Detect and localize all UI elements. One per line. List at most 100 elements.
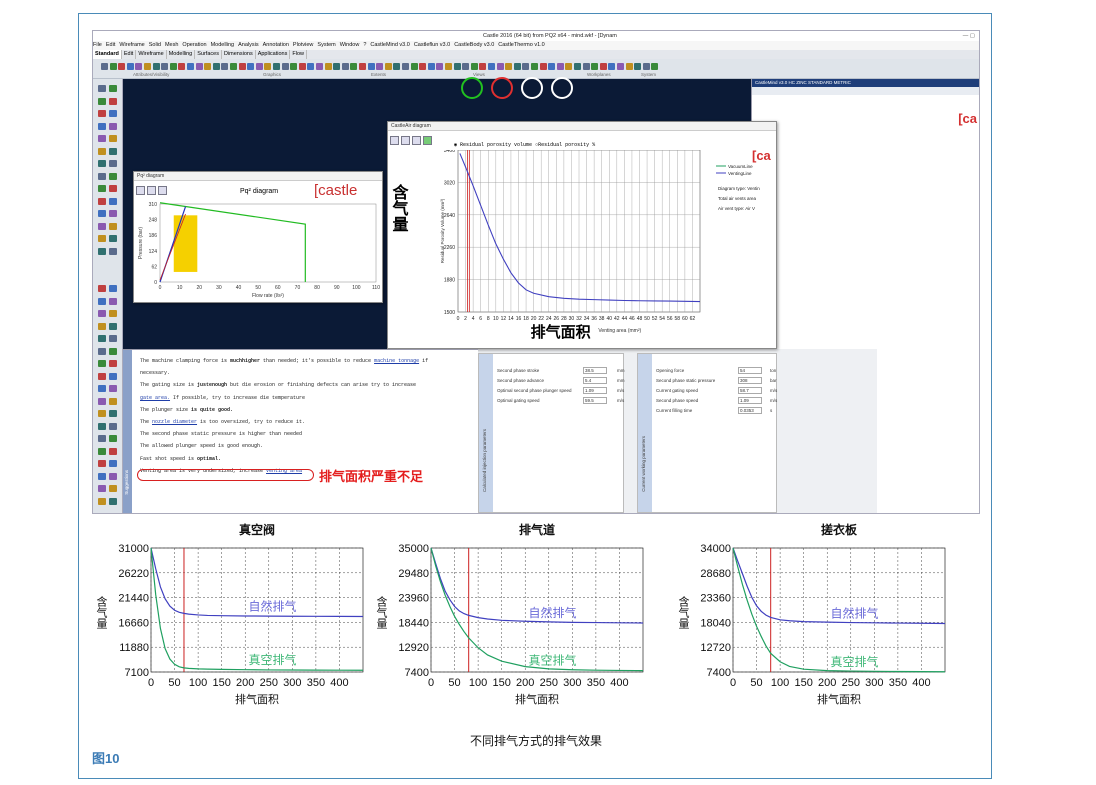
tool-icon[interactable] [109, 222, 117, 230]
toolbar-icon[interactable] [548, 63, 556, 70]
window-controls[interactable]: — ▢ [963, 31, 975, 41]
toolbar-icon[interactable] [419, 63, 427, 70]
tool-icon[interactable] [98, 97, 106, 105]
tool-icon[interactable] [109, 447, 117, 455]
toolbar-icon[interactable] [634, 63, 642, 70]
toolbar-icon[interactable] [367, 63, 375, 70]
toolbar-icon[interactable] [341, 63, 349, 70]
tool-icon[interactable] [98, 110, 106, 117]
param-value[interactable]: 38.5 [583, 367, 607, 374]
toolbar-icon[interactable] [195, 63, 203, 70]
toolbar-icon[interactable] [410, 63, 418, 70]
menu-item[interactable]: CastleMind v3.0 [370, 42, 409, 48]
tool-icon[interactable] [109, 472, 117, 480]
toolbar-icon[interactable] [591, 63, 599, 70]
tool-icon[interactable] [109, 335, 117, 342]
toolbar-icon[interactable] [393, 63, 401, 70]
toolbar-icon[interactable] [212, 63, 220, 70]
tool-icon[interactable] [98, 385, 106, 392]
param-value[interactable]: 308 [738, 377, 762, 384]
tool-icon[interactable] [109, 422, 117, 430]
camera-icon[interactable] [136, 186, 145, 195]
toolbar-icon[interactable] [307, 63, 315, 70]
cancel-icon[interactable] [491, 77, 513, 99]
tool-icon[interactable] [98, 222, 106, 230]
toolbar-icon[interactable] [376, 63, 384, 70]
menu-item[interactable]: CastleThermo v1.0 [498, 42, 544, 48]
menu-item[interactable]: Wireframe [119, 42, 144, 48]
tool-icon[interactable] [109, 347, 117, 355]
tool-icon[interactable] [98, 347, 106, 355]
tool-icon[interactable] [109, 185, 117, 192]
toolbar-icon[interactable] [255, 63, 263, 70]
tool-icon[interactable] [109, 160, 117, 167]
toolbar-icon[interactable] [324, 63, 332, 70]
tool-icon[interactable] [98, 372, 106, 380]
tab-surfaces[interactable]: Surfaces [195, 50, 222, 59]
tool-icon[interactable] [98, 85, 106, 92]
toolbar-icon[interactable] [642, 63, 650, 70]
tool-icon[interactable] [98, 322, 106, 330]
toolbar-icon[interactable] [109, 63, 117, 70]
param-value[interactable]: 58.7 [738, 387, 762, 394]
toolbar-icon[interactable] [505, 63, 513, 70]
toolbar-icon[interactable] [496, 63, 504, 70]
tool-icon[interactable] [98, 310, 106, 317]
toolbar-icon[interactable] [281, 63, 289, 70]
refresh-icon[interactable] [401, 136, 410, 145]
menu-item[interactable]: Annotation [263, 42, 289, 48]
table-icon[interactable] [412, 136, 421, 145]
toolbar-icon[interactable] [462, 63, 470, 70]
tool-icon[interactable] [98, 247, 106, 255]
tool-icon[interactable] [109, 97, 117, 105]
toolbar-icon[interactable] [445, 63, 452, 70]
tab-applications[interactable]: Applications [256, 50, 291, 59]
tool-icon[interactable] [109, 247, 117, 255]
toolbar-icon[interactable] [230, 63, 237, 70]
menu-item[interactable]: Plotview [293, 42, 313, 48]
toolbar-icon[interactable] [135, 63, 143, 70]
tool-icon[interactable] [109, 285, 117, 292]
toolbar-icon[interactable] [101, 63, 108, 70]
param-value[interactable]: 0.0353 [738, 407, 762, 414]
param-value[interactable]: 1.09 [583, 387, 607, 394]
tool-icon[interactable] [109, 110, 117, 117]
toolbar-icon[interactable] [350, 63, 358, 70]
tool-icon[interactable] [98, 447, 106, 455]
menu-item[interactable]: Mesh [165, 42, 178, 48]
tool-icon[interactable] [109, 397, 117, 405]
suggestion-link[interactable]: nozzle diameter [152, 419, 197, 425]
toolbar-icon[interactable] [118, 63, 126, 70]
tool-icon[interactable] [98, 335, 106, 342]
menu-item[interactable]: Analysis [238, 42, 258, 48]
menu-item[interactable]: Window [340, 42, 360, 48]
toolbar-icon[interactable] [574, 63, 581, 70]
menu-item[interactable]: Castleflun v3.0 [414, 42, 450, 48]
toolbar-icon[interactable] [608, 63, 616, 70]
toolbar-icon[interactable] [298, 63, 306, 70]
tool-icon[interactable] [109, 310, 117, 317]
tool-icon[interactable] [109, 497, 117, 505]
tool-icon[interactable] [109, 485, 117, 492]
tool-icon[interactable] [98, 435, 106, 442]
tab-wireframe[interactable]: Wireframe [136, 50, 167, 59]
tool-icon[interactable] [98, 285, 106, 292]
toolbar-icon[interactable] [479, 63, 487, 70]
tool-icon[interactable] [109, 235, 117, 242]
toolbar-icon[interactable] [453, 63, 461, 70]
camera-icon[interactable] [390, 136, 399, 145]
toolbar-icon[interactable] [144, 63, 151, 70]
tool-icon[interactable] [109, 147, 117, 155]
tool-icon[interactable] [109, 410, 117, 417]
toolbar-icon[interactable] [178, 63, 186, 70]
tool-icon[interactable] [98, 122, 106, 130]
toolbar-icon[interactable] [436, 63, 444, 70]
tool-icon[interactable] [98, 297, 106, 305]
toolbar-icon[interactable] [402, 63, 409, 70]
toolbar-icon[interactable] [625, 63, 633, 70]
tool-icon[interactable] [98, 172, 106, 180]
run-icon[interactable] [423, 136, 432, 145]
suggestion-link[interactable]: gate area. [140, 395, 170, 401]
toolbar-icon[interactable] [290, 63, 298, 70]
tab-modelling[interactable]: Modelling [167, 50, 196, 59]
